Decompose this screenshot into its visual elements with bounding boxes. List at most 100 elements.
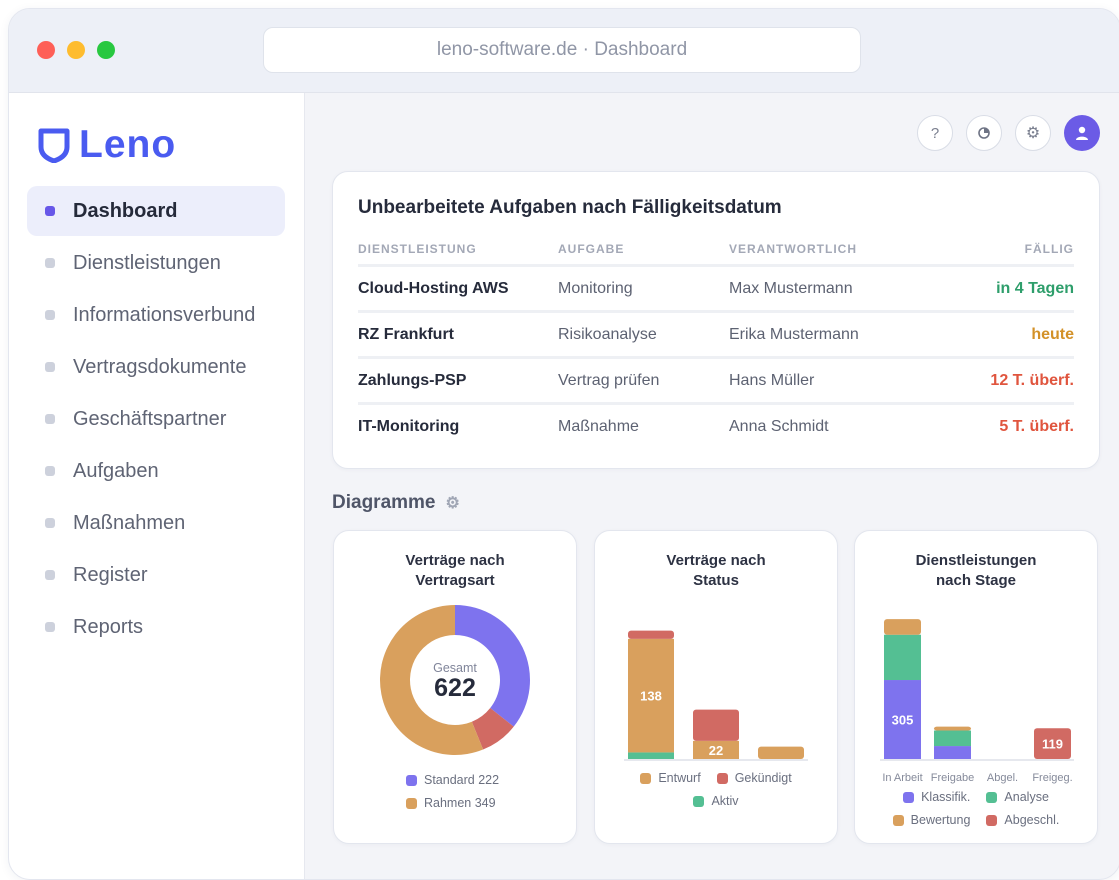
nav-bullet-icon — [45, 206, 55, 216]
legend-label: Klassifik. — [921, 790, 971, 804]
table-row[interactable]: IT-Monitoring Maßnahme Anna Schmidt 5 T. üb… — [358, 404, 1074, 449]
bar-segment-bewertung[interactable] — [934, 726, 971, 731]
table-row[interactable]: RZ Frankfurt Risikoanalyse Erika Musterman… — [358, 311, 1074, 359]
legend-swatch — [693, 795, 705, 807]
nav-bullet-icon — [45, 258, 55, 268]
nav-bullet-icon — [45, 570, 55, 580]
x-tick-label: Freigeg. — [1032, 772, 1072, 784]
open-tasks-title: Unbearbeitete Aufgaben nach Fälligkeitsd… — [358, 197, 782, 218]
help-button[interactable]: ? — [917, 115, 953, 151]
diagrams-title: Diagramme — [332, 492, 436, 513]
sidebar-item-label: Geschäftspartner — [73, 407, 227, 430]
legend-item: Aktiv — [693, 794, 739, 808]
sidebar-item-vertragsdokumente[interactable]: Vertragsdokumente — [27, 342, 285, 392]
gear-icon[interactable]: ⚙ — [446, 493, 460, 513]
legend-swatch — [986, 791, 998, 803]
cell-service: RZ Frankfurt — [358, 311, 558, 359]
legend-item: Abgeschl. — [986, 813, 1059, 827]
bar-data-label: 138 — [640, 689, 662, 704]
close-window-button[interactable] — [37, 41, 55, 59]
legend-swatch — [640, 772, 652, 784]
help-icon: ? — [930, 124, 940, 142]
shield-logo-icon — [38, 128, 70, 163]
cell-owner: Hans Müller — [729, 357, 929, 405]
bar-segment-analyse[interactable] — [884, 634, 921, 681]
cell-owner: Anna Schmidt — [729, 417, 829, 435]
brand-logo[interactable]: Leno — [37, 123, 176, 167]
nav-bullet-icon — [45, 362, 55, 372]
bar-segment-klassifik[interactable] — [934, 746, 971, 759]
address-bar[interactable]: leno-software.de · Dashboard — [263, 27, 861, 73]
cell-due: heute — [929, 311, 1074, 359]
donut-center-value: 622 — [434, 674, 476, 702]
chart-legend: Klassifik. Analyse Bewertung Abgeschl. — [855, 790, 1097, 836]
legend-item: Entwurf — [640, 771, 701, 785]
legend-label: Entwurf — [658, 771, 701, 785]
sidebar-item-label: Vertragsdokumente — [73, 355, 247, 378]
cell-due: in 4 Tagen — [929, 265, 1074, 313]
bar-segment-aktiv[interactable] — [628, 752, 674, 759]
user-avatar-icon — [1076, 126, 1088, 140]
user-avatar-button[interactable] — [1064, 115, 1100, 151]
bar-segment-analyse[interactable] — [934, 730, 971, 747]
services-by-stage-chart: Dienstleistungen nach Stage 305 In Arbeit… — [854, 530, 1098, 844]
contracts-by-type-chart: Verträge nach Vertragsart Gesamt 622 Stan… — [333, 530, 577, 844]
legend-label: Bewertung — [910, 813, 971, 827]
title-bar: leno-software.de · Dashboard — [9, 9, 1119, 93]
legend-item: Gekündigt — [716, 771, 792, 785]
sidebar-item-label: Dashboard — [73, 199, 178, 222]
sidebar-item-geschaeftspartner[interactable]: Geschäftspartner — [27, 394, 285, 444]
sidebar-item-reports[interactable]: Reports — [27, 602, 285, 652]
settings-button[interactable]: ⚙ — [1015, 115, 1051, 151]
sidebar-item-register[interactable]: Register — [27, 550, 285, 600]
table-row[interactable]: Zahlungs-PSP Vertrag prüfen Hans Müller 12 … — [358, 357, 1074, 405]
bar-segment-gekndigt[interactable] — [628, 630, 674, 639]
minimize-window-button[interactable] — [67, 41, 85, 59]
cell-due: 12 T. überf. — [929, 357, 1074, 405]
browser-window: leno-software.de · Dashboard Leno Dashbo… — [8, 8, 1119, 880]
diagrams-section-title: Diagramme ⚙ — [332, 492, 460, 514]
sidebar-item-informationsverbund[interactable]: Informationsverbund — [27, 290, 285, 340]
legend-item: Klassifik. — [903, 790, 970, 804]
legend-swatch — [903, 791, 915, 803]
column-header-service: DIENSTLEISTUNG — [358, 234, 558, 267]
chart-legend: Standard 222 Rahmen 349 — [334, 773, 576, 819]
cell-task: Risikoanalyse — [558, 311, 729, 359]
sidebar-item-massnahmen[interactable]: Maßnahmen — [27, 498, 285, 548]
bar-segment-entwurf[interactable] — [758, 746, 804, 759]
sidebar-item-label: Maßnahmen — [73, 511, 186, 534]
nav-bullet-icon — [45, 414, 55, 424]
pie-chart-icon — [978, 127, 990, 139]
sidebar-item-label: Dienstleistungen — [73, 251, 221, 274]
cell-due: 5 T. überf. — [999, 417, 1074, 435]
cell-service: IT-Monitoring — [358, 417, 460, 435]
nav-bullet-icon — [45, 518, 55, 528]
chart-legend: Entwurf Gekündigt Aktiv — [595, 771, 837, 817]
cell-task: Maßnahme — [558, 417, 639, 435]
x-tick-label: Freigabe — [931, 772, 974, 784]
cell-owner: Erika Mustermann — [729, 311, 929, 359]
tasks-table: DIENSTLEISTUNG AUFGABE VERANTWORTLICH FÄ… — [358, 234, 1074, 448]
bar-data-label: 305 — [892, 713, 914, 728]
bar-segment-gekndigt[interactable] — [693, 709, 739, 741]
legend-item: Bewertung — [892, 813, 971, 827]
cell-owner: Max Mustermann — [729, 265, 929, 313]
bar-segment-bewertung[interactable] — [884, 619, 921, 635]
legend-swatch — [986, 814, 998, 826]
header-actions: ? ⚙ — [917, 115, 1100, 151]
sidebar-item-dashboard[interactable]: Dashboard — [27, 186, 285, 236]
legend-item: Standard 222 — [406, 773, 499, 787]
maximize-window-button[interactable] — [97, 41, 115, 59]
legend-swatch — [406, 774, 417, 786]
donut-center-label: Gesamt — [433, 661, 477, 675]
sidebar-item-aufgaben[interactable]: Aufgaben — [27, 446, 285, 496]
legend-swatch — [406, 797, 417, 809]
charts-button[interactable] — [966, 115, 1002, 151]
bar-data-label: 119 — [1042, 737, 1063, 752]
table-row[interactable]: Cloud-Hosting AWS Monitoring Max Musterman… — [358, 265, 1074, 313]
cell-task: Vertrag prüfen — [558, 357, 729, 405]
sidebar-item-label: Register — [73, 563, 148, 586]
sidebar-item-label: Aufgaben — [73, 459, 159, 482]
legend-label: Rahmen 349 — [424, 796, 496, 810]
sidebar-item-dienstleistungen[interactable]: Dienstleistungen — [27, 238, 285, 288]
